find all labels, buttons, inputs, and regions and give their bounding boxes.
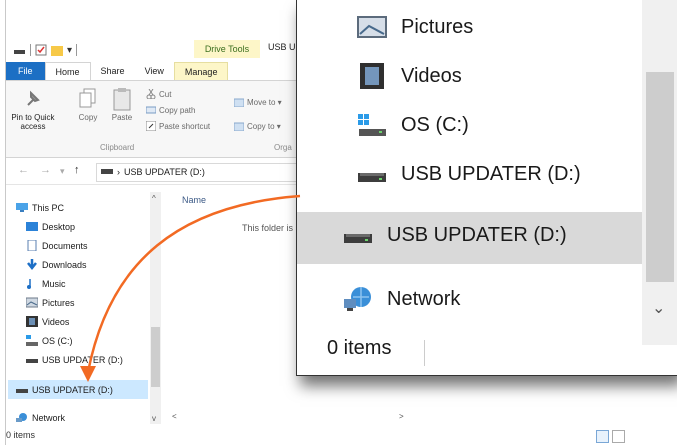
pointer-arrow	[86, 194, 301, 373]
pointer-arrow-overlay	[80, 194, 301, 382]
pointer-arrowhead	[80, 366, 96, 382]
